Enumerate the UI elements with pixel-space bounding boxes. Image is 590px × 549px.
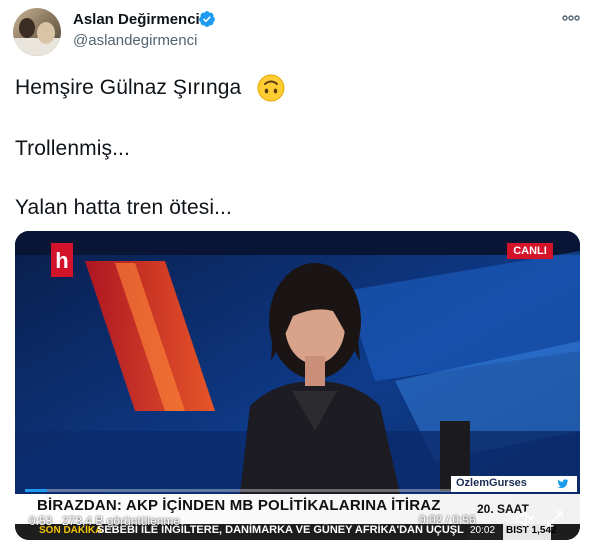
avatar[interactable] xyxy=(13,8,61,56)
more-options-button[interactable] xyxy=(560,10,582,26)
svg-text:h: h xyxy=(55,248,68,273)
video-progress-bar[interactable] xyxy=(25,489,570,492)
upside-down-face-icon xyxy=(257,74,285,102)
author-handle[interactable]: @aslandegirmenci xyxy=(73,32,197,49)
video-progress-fill xyxy=(25,489,47,492)
live-badge: CANLI xyxy=(507,243,553,259)
elapsed-time: 0:53 xyxy=(29,514,53,528)
tweet-card: Aslan Değirmenci @aslandegirmenci Hemşir… xyxy=(0,0,590,549)
video-player[interactable]: h CANLI OzlemGurses BİRAZDAN: AKP İÇİNDE… xyxy=(15,231,580,540)
on-screen-handle: OzlemGurses xyxy=(456,477,527,489)
ticker-headline: BİRAZDAN: AKP İÇİNDEN MB POLİTİKALARINA … xyxy=(37,497,441,514)
tweet-text-line-3: Yalan hatta tren ötesi... xyxy=(15,196,232,219)
view-count: 273,4 B görüntülenme xyxy=(62,514,181,528)
more-dots-icon xyxy=(562,15,580,21)
tweet-text-line-1: Hemşire Gülnaz Şırınga xyxy=(15,76,242,99)
author-name[interactable]: Aslan Değirmenci xyxy=(73,11,200,28)
fullscreen-icon[interactable] xyxy=(546,510,564,528)
time-readout: 0:02 / 0:56 xyxy=(419,513,476,527)
verified-badge-icon xyxy=(199,11,215,27)
tweet-text-line-2: Trollenmiş... xyxy=(15,137,130,160)
mute-icon[interactable] xyxy=(514,509,534,529)
